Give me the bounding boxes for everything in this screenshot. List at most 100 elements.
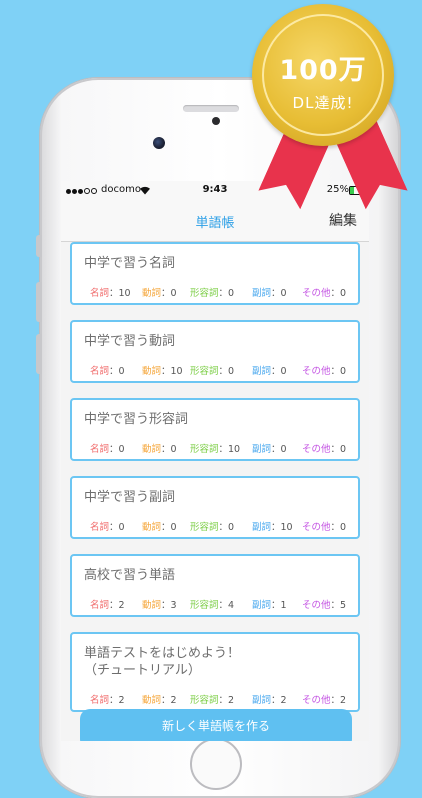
value-adverb: ：2 bbox=[271, 695, 287, 706]
edit-button[interactable]: 編集 bbox=[329, 210, 357, 230]
label-adjective: 形容詞 bbox=[190, 444, 219, 455]
count-verb: 動詞：3 bbox=[142, 597, 177, 611]
label-adverb: 副詞 bbox=[252, 522, 272, 533]
part-of-speech-counts: 名詞：0 動詞：0 形容詞：10 副詞：0 その他：0 bbox=[72, 441, 358, 455]
label-other: その他 bbox=[302, 288, 331, 299]
count-adjective: 形容詞：4 bbox=[190, 597, 234, 611]
label-adjective: 形容詞 bbox=[190, 522, 219, 533]
label-adjective: 形容詞 bbox=[190, 288, 219, 299]
volume-down-button bbox=[36, 334, 42, 374]
part-of-speech-counts: 名詞：2 動詞：2 形容詞：2 副詞：2 その他：2 bbox=[72, 692, 358, 706]
label-other: その他 bbox=[302, 444, 331, 455]
count-other: その他：0 bbox=[302, 441, 346, 455]
count-adverb: 副詞：10 bbox=[252, 519, 293, 533]
label-adverb: 副詞 bbox=[252, 600, 272, 611]
mute-switch bbox=[36, 235, 42, 257]
label-verb: 動詞 bbox=[142, 288, 162, 299]
label-adjective: 形容詞 bbox=[190, 600, 219, 611]
value-noun: ：2 bbox=[109, 695, 125, 706]
value-adverb: ：0 bbox=[271, 444, 287, 455]
count-other: その他：2 bbox=[302, 692, 346, 706]
wordbook-title: 中学で習う副詞 bbox=[84, 490, 176, 505]
value-noun: ：0 bbox=[109, 366, 125, 377]
count-noun: 名詞：2 bbox=[90, 597, 125, 611]
count-other: その他：0 bbox=[302, 363, 346, 377]
count-verb: 動詞：0 bbox=[142, 519, 177, 533]
count-adverb: 副詞：0 bbox=[252, 441, 287, 455]
value-adjective: ：0 bbox=[218, 288, 235, 299]
status-bar: docomo 9:43 25% bbox=[61, 181, 369, 201]
value-other: ：2 bbox=[330, 695, 347, 706]
wordbook-card[interactable]: 中学で習う動詞 名詞：0 動詞：10 形容詞：0 副詞：0 その他：0 bbox=[70, 320, 360, 383]
value-other: ：5 bbox=[330, 600, 347, 611]
label-adverb: 副詞 bbox=[252, 366, 272, 377]
label-noun: 名詞 bbox=[90, 600, 110, 611]
count-other: その他：0 bbox=[302, 285, 346, 299]
value-adjective: ：4 bbox=[218, 600, 235, 611]
count-other: その他：5 bbox=[302, 597, 346, 611]
count-noun: 名詞：0 bbox=[90, 363, 125, 377]
front-camera bbox=[153, 137, 165, 149]
label-other: その他 bbox=[302, 600, 331, 611]
count-adverb: 副詞：2 bbox=[252, 692, 287, 706]
earpiece-speaker bbox=[183, 105, 239, 112]
label-verb: 動詞 bbox=[142, 522, 162, 533]
value-adjective: ：0 bbox=[218, 366, 235, 377]
count-adverb: 副詞：0 bbox=[252, 363, 287, 377]
value-adjective: ：10 bbox=[218, 444, 241, 455]
label-other: その他 bbox=[302, 366, 331, 377]
label-other: その他 bbox=[302, 695, 331, 706]
value-other: ：0 bbox=[330, 366, 347, 377]
count-adjective: 形容詞：0 bbox=[190, 519, 234, 533]
label-noun: 名詞 bbox=[90, 444, 110, 455]
wordbook-title: 中学で習う動詞 bbox=[84, 334, 176, 349]
count-verb: 動詞：0 bbox=[142, 285, 177, 299]
label-verb: 動詞 bbox=[142, 444, 162, 455]
wordbook-card[interactable]: 中学で習う名詞 名詞：10 動詞：0 形容詞：0 副詞：0 その他：0 bbox=[70, 242, 360, 305]
value-verb: ：3 bbox=[161, 600, 177, 611]
wordbook-card[interactable]: 中学で習う副詞 名詞：0 動詞：0 形容詞：0 副詞：10 その他：0 bbox=[70, 476, 360, 539]
count-adverb: 副詞：0 bbox=[252, 285, 287, 299]
app-screen: docomo 9:43 25% 単語帳 編集 中学で習う名詞 名詞：10 動詞：0 形… bbox=[61, 181, 369, 741]
status-time: 9:43 bbox=[202, 184, 228, 195]
wordbook-title: 高校で習う単語 bbox=[84, 568, 176, 583]
label-verb: 動詞 bbox=[142, 366, 162, 377]
create-wordbook-button[interactable]: 新しく単語帳を作る bbox=[80, 709, 352, 741]
value-noun: ：2 bbox=[109, 600, 125, 611]
count-verb: 動詞：0 bbox=[142, 441, 177, 455]
count-other: その他：0 bbox=[302, 519, 346, 533]
proximity-sensor bbox=[212, 117, 220, 125]
value-adverb: ：1 bbox=[271, 600, 287, 611]
page-title: 単語帳 bbox=[195, 216, 235, 231]
label-noun: 名詞 bbox=[90, 366, 110, 377]
label-noun: 名詞 bbox=[90, 522, 110, 533]
wordbook-card[interactable]: 単語テストをはじめよう！ （チュートリアル） 名詞：2 動詞：2 形容詞：2 副詞：2 そ… bbox=[70, 632, 360, 712]
label-verb: 動詞 bbox=[142, 695, 162, 706]
count-noun: 名詞：0 bbox=[90, 441, 125, 455]
value-adjective: ：0 bbox=[218, 522, 235, 533]
home-button[interactable] bbox=[190, 738, 242, 790]
battery-percent: 25% bbox=[326, 184, 349, 195]
wordbook-card[interactable]: 高校で習う単語名詞：2 動詞：3 形容詞：4 副詞：1 その他：5 bbox=[70, 554, 360, 617]
value-verb: ：0 bbox=[161, 444, 177, 455]
count-noun: 名詞：2 bbox=[90, 692, 125, 706]
value-adverb: ：0 bbox=[271, 366, 287, 377]
part-of-speech-counts: 名詞：0 動詞：0 形容詞：0 副詞：10 その他：0 bbox=[72, 519, 358, 533]
count-adjective: 形容詞：0 bbox=[190, 285, 234, 299]
download-medal-badge: 100万 DL達成! bbox=[252, 4, 394, 146]
wordbook-card[interactable]: 中学で習う形容詞 名詞：0 動詞：0 形容詞：10 副詞：0 その他：0 bbox=[70, 398, 360, 461]
value-verb: ：10 bbox=[161, 366, 183, 377]
value-noun: ：10 bbox=[109, 288, 131, 299]
count-adjective: 形容詞：2 bbox=[190, 692, 234, 706]
count-noun: 名詞：0 bbox=[90, 519, 125, 533]
value-other: ：0 bbox=[330, 444, 347, 455]
value-adjective: ：2 bbox=[218, 695, 235, 706]
value-other: ：0 bbox=[330, 288, 347, 299]
part-of-speech-counts: 名詞：2 動詞：3 形容詞：4 副詞：1 その他：5 bbox=[72, 597, 358, 611]
badge-headline: 100万 bbox=[279, 55, 367, 86]
wordbook-title: 中学で習う名詞 bbox=[84, 256, 176, 271]
count-verb: 動詞：10 bbox=[142, 363, 183, 377]
part-of-speech-counts: 名詞：0 動詞：10 形容詞：0 副詞：0 その他：0 bbox=[72, 363, 358, 377]
label-other: その他 bbox=[302, 522, 331, 533]
value-adverb: ：0 bbox=[271, 288, 287, 299]
